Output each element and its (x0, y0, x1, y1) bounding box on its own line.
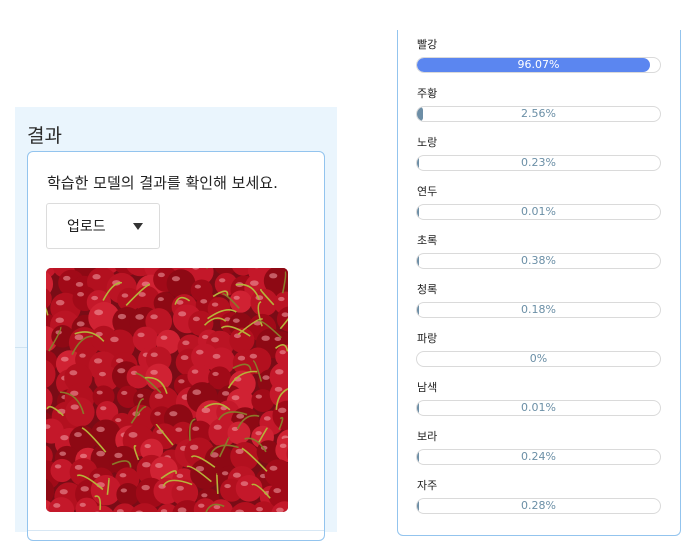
probability-value: 0.28% (521, 499, 556, 512)
color-row: 노랑 0.23% (416, 136, 661, 180)
probability-bar: 2.56% (416, 106, 661, 122)
upload-dropdown-button[interactable]: 업로드 (46, 203, 160, 249)
caret-down-icon (133, 223, 143, 230)
probability-bar: 96.07% (416, 57, 661, 73)
probability-value: 2.56% (521, 107, 556, 120)
color-row: 파랑 0% (416, 332, 661, 376)
card-divider (28, 530, 324, 531)
color-row: 남색 0.01% (416, 381, 661, 425)
probability-value: 0.18% (521, 303, 556, 316)
result-title: 결과 (27, 125, 62, 147)
color-row: 청록 0.18% (416, 283, 661, 327)
probability-bar: 0% (416, 351, 661, 367)
color-label: 남색 (417, 381, 438, 394)
color-row: 자주 0.28% (416, 479, 661, 523)
probability-bar: 0.18% (416, 302, 661, 318)
probability-bar: 0.28% (416, 498, 661, 514)
color-label: 초록 (417, 234, 438, 247)
probability-value: 96.07% (517, 58, 560, 71)
probability-value: 0.38% (521, 254, 556, 267)
result-card: 학습한 모델의 결과를 확인해 보세요. 업로드 (27, 151, 325, 541)
color-label: 연두 (417, 185, 438, 198)
color-label: 자주 (417, 479, 438, 492)
color-label: 빨강 (417, 38, 438, 51)
probability-value: 0.01% (521, 205, 556, 218)
color-label: 보라 (417, 430, 438, 443)
color-row: 주황 2.56% (416, 87, 661, 131)
color-row: 빨강 96.07% (416, 38, 661, 82)
probability-value: 0.23% (521, 156, 556, 169)
probability-bar: 0.01% (416, 204, 661, 220)
probability-bar: 0.24% (416, 449, 661, 465)
color-row: 초록 0.38% (416, 234, 661, 278)
probability-bar: 0.23% (416, 155, 661, 171)
probability-value: 0.01% (521, 401, 556, 414)
probability-value: 0.24% (521, 450, 556, 463)
color-label: 파랑 (417, 332, 438, 345)
color-probability-panel: 빨강 96.07% 주황 2.56% 노랑 0.23% 연두 0.01% 초록 0.38% 청록 0.… (397, 30, 681, 536)
color-row: 연두 0.01% (416, 185, 661, 229)
uploaded-image (46, 268, 288, 512)
probability-value: 0% (529, 352, 548, 365)
color-label: 주황 (417, 87, 438, 100)
probability-bar: 0.38% (416, 253, 661, 269)
color-label: 노랑 (417, 136, 438, 149)
upload-label: 업로드 (67, 219, 106, 235)
result-panel: 결과 학습한 모델의 결과를 확인해 보세요. 업로드 (15, 107, 337, 541)
color-row: 보라 0.24% (416, 430, 661, 474)
result-description: 학습한 모델의 결과를 확인해 보세요. (47, 174, 278, 192)
color-label: 청록 (417, 283, 438, 296)
probability-bar: 0.01% (416, 400, 661, 416)
